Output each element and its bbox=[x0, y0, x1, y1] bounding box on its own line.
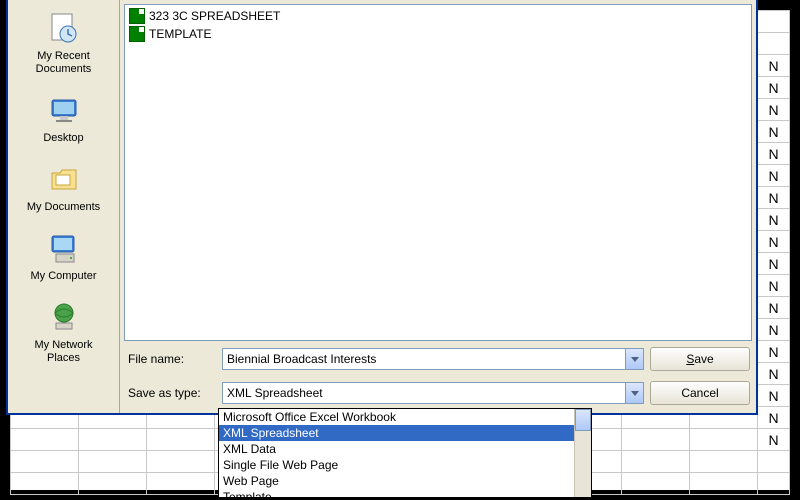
my-computer-icon bbox=[46, 230, 82, 266]
grid-cell[interactable] bbox=[11, 451, 79, 473]
places-item-label: My Computer bbox=[10, 270, 117, 283]
grid-cell[interactable] bbox=[11, 429, 79, 451]
grid-cell[interactable]: N bbox=[758, 143, 790, 165]
savetype-dropdown-list[interactable]: Microsoft Office Excel WorkbookXML Sprea… bbox=[218, 408, 592, 498]
grid-cell[interactable]: N bbox=[758, 187, 790, 209]
grid-cell[interactable] bbox=[622, 473, 690, 495]
cancel-button-label: Cancel bbox=[681, 386, 718, 400]
grid-cell[interactable]: N bbox=[758, 319, 790, 341]
savetype-select[interactable]: XML Spreadsheet bbox=[222, 382, 644, 404]
grid-cell[interactable]: N bbox=[758, 253, 790, 275]
network-places-icon bbox=[46, 299, 82, 335]
chevron-down-icon bbox=[631, 391, 639, 396]
file-item[interactable]: 323 3C SPREADSHEET bbox=[129, 7, 747, 25]
grid-cell[interactable] bbox=[146, 429, 214, 451]
grid-cell[interactable] bbox=[758, 11, 790, 33]
savetype-option[interactable]: Web Page bbox=[219, 473, 591, 489]
savetype-option[interactable]: Template bbox=[219, 489, 591, 500]
my-documents-icon bbox=[46, 161, 82, 197]
file-listing[interactable]: 323 3C SPREADSHEET TEMPLATE bbox=[124, 4, 752, 341]
grid-cell[interactable]: N bbox=[758, 363, 790, 385]
grid-cell[interactable]: N bbox=[758, 165, 790, 187]
filename-dropdown-button[interactable] bbox=[625, 349, 643, 369]
grid-cell[interactable] bbox=[78, 451, 146, 473]
filename-label: File name: bbox=[126, 352, 216, 366]
grid-cell[interactable] bbox=[78, 473, 146, 495]
grid-cell[interactable]: N bbox=[758, 77, 790, 99]
places-item-label: My Recent Documents bbox=[10, 50, 117, 76]
grid-cell[interactable] bbox=[690, 473, 758, 495]
save-button[interactable]: Save bbox=[650, 347, 750, 371]
savetype-dropdown-button[interactable] bbox=[625, 383, 643, 403]
places-item-desktop[interactable]: Desktop bbox=[8, 86, 119, 155]
grid-cell[interactable]: N bbox=[758, 429, 790, 451]
excel-file-icon bbox=[129, 8, 145, 24]
grid-cell[interactable]: N bbox=[758, 275, 790, 297]
recent-docs-icon bbox=[46, 10, 82, 46]
grid-cell[interactable]: N bbox=[758, 385, 790, 407]
grid-cell[interactable]: N bbox=[758, 209, 790, 231]
filename-value: Biennial Broadcast Interests bbox=[227, 352, 625, 366]
places-item-network-places[interactable]: My Network Places bbox=[8, 293, 119, 375]
grid-cell[interactable] bbox=[78, 429, 146, 451]
savetype-option[interactable]: Single File Web Page bbox=[219, 457, 591, 473]
grid-cell[interactable] bbox=[146, 473, 214, 495]
places-bar: My Recent Documents Desktop My Documents My… bbox=[8, 0, 120, 413]
savetype-option[interactable]: Microsoft Office Excel Workbook bbox=[219, 409, 591, 425]
grid-cell[interactable] bbox=[690, 451, 758, 473]
grid-cell[interactable] bbox=[622, 429, 690, 451]
grid-cell[interactable] bbox=[690, 429, 758, 451]
grid-cell[interactable] bbox=[622, 451, 690, 473]
grid-cell[interactable]: N bbox=[758, 297, 790, 319]
savetype-value: XML Spreadsheet bbox=[227, 386, 625, 400]
places-item-label: My Documents bbox=[10, 201, 117, 214]
places-item-my-documents[interactable]: My Documents bbox=[8, 155, 119, 224]
savetype-label: Save as type: bbox=[126, 386, 216, 400]
places-item-recent-docs[interactable]: My Recent Documents bbox=[8, 4, 119, 86]
grid-cell[interactable]: N bbox=[758, 407, 790, 429]
file-name: TEMPLATE bbox=[149, 27, 211, 41]
grid-cell[interactable] bbox=[758, 33, 790, 55]
desktop-icon bbox=[46, 92, 82, 128]
grid-cell[interactable]: N bbox=[758, 55, 790, 77]
places-item-my-computer[interactable]: My Computer bbox=[8, 224, 119, 293]
file-item[interactable]: TEMPLATE bbox=[129, 25, 747, 43]
grid-cell[interactable]: N bbox=[758, 231, 790, 253]
save-as-dialog: My Recent Documents Desktop My Documents My… bbox=[6, 0, 758, 415]
file-name: 323 3C SPREADSHEET bbox=[149, 9, 280, 23]
places-item-label: Desktop bbox=[10, 132, 117, 145]
grid-cell[interactable]: N bbox=[758, 341, 790, 363]
savetype-option[interactable]: XML Spreadsheet bbox=[219, 425, 591, 441]
excel-file-icon bbox=[129, 26, 145, 42]
grid-cell[interactable]: N bbox=[758, 99, 790, 121]
chevron-down-icon bbox=[631, 357, 639, 362]
savetype-option[interactable]: XML Data bbox=[219, 441, 591, 457]
cancel-button[interactable]: Cancel bbox=[650, 381, 750, 405]
grid-cell[interactable]: N bbox=[758, 121, 790, 143]
grid-cell[interactable] bbox=[146, 451, 214, 473]
save-button-label: Save bbox=[686, 352, 713, 366]
dropdown-scrollbar[interactable] bbox=[574, 409, 591, 497]
grid-cell[interactable] bbox=[758, 473, 790, 495]
scrollbar-thumb[interactable] bbox=[575, 409, 591, 431]
grid-cell[interactable] bbox=[758, 451, 790, 473]
filename-input[interactable]: Biennial Broadcast Interests bbox=[222, 348, 644, 370]
places-item-label: My Network Places bbox=[10, 339, 117, 365]
grid-cell[interactable] bbox=[11, 473, 79, 495]
